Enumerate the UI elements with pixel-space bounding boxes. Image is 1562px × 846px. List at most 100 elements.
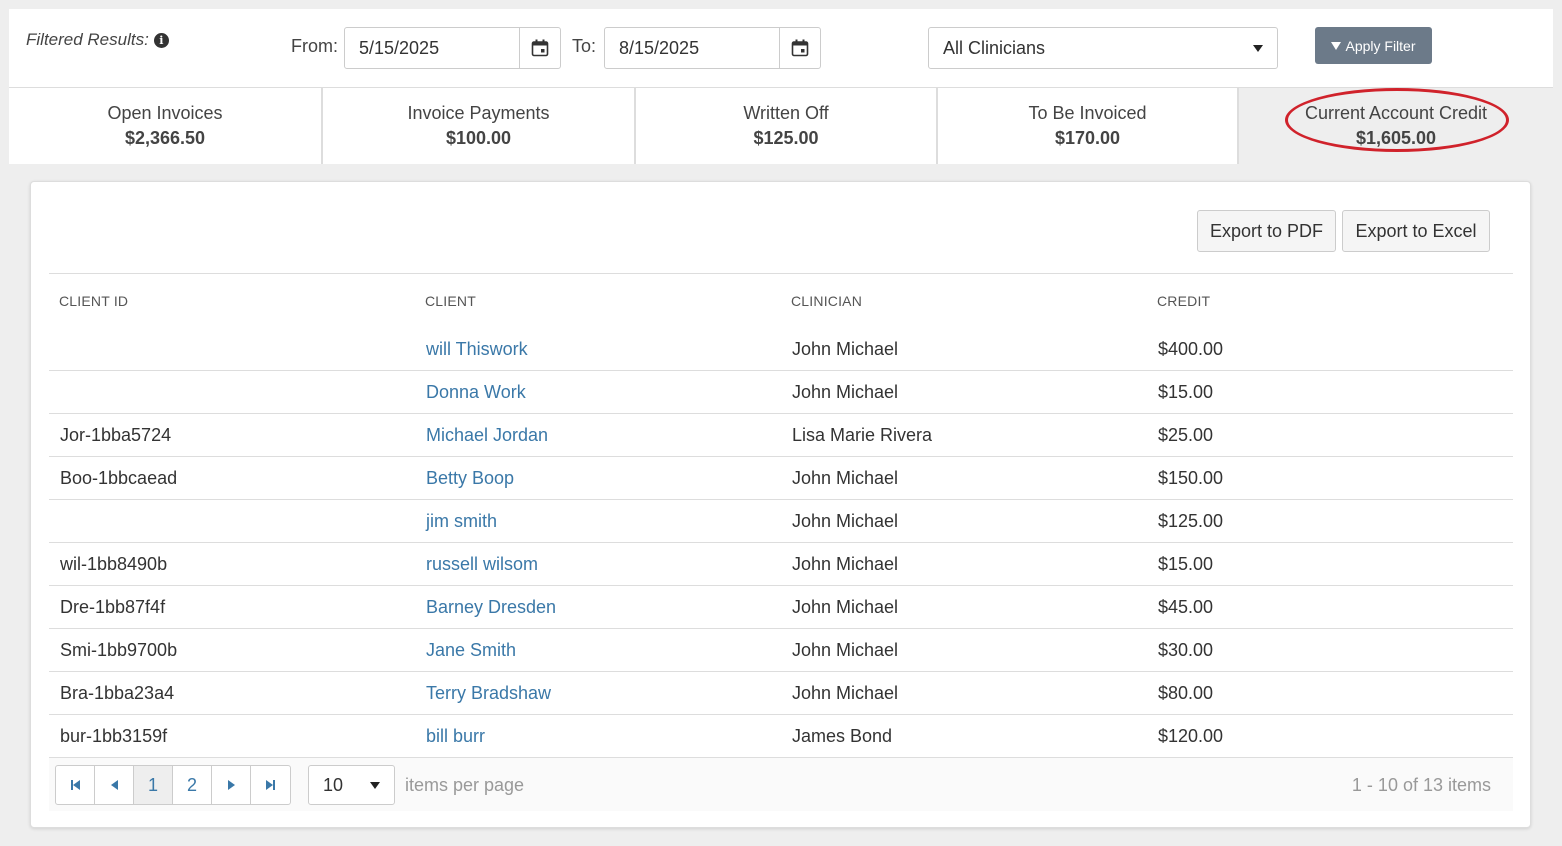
filtered-results-text: Filtered Results:	[26, 30, 149, 49]
credit-cell: $400.00	[1158, 338, 1224, 359]
page-size-value: 10	[323, 774, 344, 795]
table-row[interactable]: Donna Work John Michael $15.00	[49, 371, 1513, 414]
column-header-client-id[interactable]: CLIENT ID	[49, 293, 415, 309]
previous-page-icon	[110, 780, 118, 790]
filtered-results-label: Filtered Results: i	[26, 30, 169, 50]
credit-cell: $25.00	[1158, 424, 1214, 445]
to-calendar-button[interactable]	[779, 28, 820, 68]
summary-current-account-credit[interactable]: Current Account Credit $1,605.00	[1239, 88, 1553, 164]
table-header: CLIENT ID CLIENT CLINICIAN CREDIT	[49, 274, 1513, 328]
credit-cell: $120.00	[1158, 725, 1224, 746]
export-excel-button[interactable]: Export to Excel	[1342, 210, 1490, 252]
clinician-cell: John Michael	[792, 467, 899, 488]
column-header-clinician[interactable]: CLINICIAN	[781, 293, 1147, 309]
table-row[interactable]: Bra-1bba23a4 Terry Bradshaw John Michael $8…	[49, 672, 1513, 715]
summary-invoice-payments[interactable]: Invoice Payments $100.00	[323, 88, 636, 164]
filter-icon	[1331, 41, 1342, 50]
to-label: To:	[572, 36, 597, 56]
clinician-cell: John Michael	[792, 639, 899, 660]
info-icon[interactable]: i	[153, 32, 169, 48]
chevron-down-icon	[1253, 44, 1263, 52]
summary-title: Open Invoices	[107, 103, 223, 123]
table-row[interactable]: will Thiswork John Michael $400.00	[49, 328, 1513, 371]
column-header-credit[interactable]: CREDIT	[1147, 293, 1513, 309]
items-per-page-label: items per page	[405, 775, 525, 795]
last-page-button[interactable]	[251, 766, 290, 804]
credit-table: CLIENT ID CLIENT CLINICIAN CREDIT will T…	[49, 273, 1513, 758]
last-page-arrow-icon	[266, 780, 273, 790]
first-page-button[interactable]	[56, 766, 95, 804]
client-id-cell: Boo-1bbcaead	[60, 467, 178, 488]
first-page-arrow-icon	[72, 780, 80, 790]
client-link[interactable]: Donna Work	[415, 382, 781, 403]
clinician-cell: John Michael	[792, 338, 899, 359]
page-size-select[interactable]: 10	[308, 765, 395, 805]
table-row[interactable]: jim smith John Michael $125.00	[49, 500, 1513, 543]
page-1-button[interactable]: 1	[134, 766, 173, 804]
summary-title: Written Off	[743, 103, 829, 123]
table-row[interactable]: Smi-1bb9700b Jane Smith John Michael $30.00	[49, 629, 1513, 672]
client-link[interactable]: Michael Jordan	[415, 425, 781, 446]
client-link[interactable]: will Thiswork	[415, 339, 781, 360]
client-link[interactable]: Barney Dresden	[415, 597, 781, 618]
next-page-icon	[227, 780, 235, 790]
table-row[interactable]: Jor-1bba5724 Michael Jordan Lisa Marie Riv…	[49, 414, 1513, 457]
clinician-select-value: All Clinicians	[943, 37, 1046, 58]
client-link[interactable]: jim smith	[415, 511, 781, 532]
client-id-cell: Smi-1bb9700b	[60, 639, 178, 660]
credit-cell: $30.00	[1158, 639, 1214, 660]
credit-cell: $15.00	[1158, 553, 1214, 574]
summary-value: $1,605.00	[1355, 128, 1437, 148]
summary-title: Invoice Payments	[407, 103, 550, 123]
calendar-icon	[531, 39, 549, 57]
clinician-cell: John Michael	[792, 510, 899, 531]
summary-open-invoices[interactable]: Open Invoices $2,366.50	[9, 88, 323, 164]
client-link[interactable]: Betty Boop	[415, 468, 781, 489]
table-row[interactable]: bur-1bb3159f bill burr James Bond $120.00	[49, 715, 1513, 758]
summary-bar: Open Invoices $2,366.50 Invoice Payments…	[9, 88, 1553, 164]
client-link[interactable]: Jane Smith	[415, 640, 781, 661]
next-page-button[interactable]	[212, 766, 251, 804]
table-row[interactable]: wil-1bb8490b russell wilsom John Michael $1…	[49, 543, 1513, 586]
table-row[interactable]: Dre-1bb87f4f Barney Dresden John Michael $4…	[49, 586, 1513, 629]
to-date-picker	[604, 27, 821, 69]
items-count-label: 1 - 10 of 13 items	[1351, 775, 1491, 795]
to-date-input[interactable]	[605, 28, 779, 68]
pager-buttons: 1 2	[55, 765, 291, 805]
credit-cell: $15.00	[1158, 381, 1214, 402]
from-date-input[interactable]	[345, 28, 519, 68]
export-pdf-button[interactable]: Export to PDF	[1197, 210, 1336, 252]
credit-cell: $45.00	[1158, 596, 1214, 617]
clinician-cell: John Michael	[792, 596, 899, 617]
summary-title: To Be Invoiced	[1028, 103, 1147, 123]
last-page-icon	[273, 780, 275, 790]
summary-to-be-invoiced[interactable]: To Be Invoiced $170.00	[938, 88, 1239, 164]
summary-written-off[interactable]: Written Off $125.00	[636, 88, 938, 164]
from-calendar-button[interactable]	[519, 28, 560, 68]
apply-filter-button[interactable]: Apply Filter	[1315, 27, 1432, 64]
client-link[interactable]: russell wilsom	[415, 554, 781, 575]
filter-bar: Filtered Results: i From: To:	[9, 9, 1553, 88]
client-link[interactable]: bill burr	[415, 726, 781, 747]
table-body: will Thiswork John Michael $400.00 Donna Wo…	[49, 328, 1513, 758]
previous-page-button[interactable]	[95, 766, 134, 804]
credit-cell: $150.00	[1158, 467, 1224, 488]
client-id-cell: Jor-1bba5724	[60, 424, 172, 445]
clinician-cell: John Michael	[792, 381, 899, 402]
account-credit-panel: Export to PDF Export to Excel CLIENT ID …	[30, 181, 1531, 828]
column-header-client[interactable]: CLIENT	[415, 293, 781, 309]
summary-value: $100.00	[445, 128, 512, 148]
credit-cell: $80.00	[1158, 682, 1214, 703]
client-id-cell: bur-1bb3159f	[60, 725, 168, 746]
client-id-cell: Bra-1bba23a4	[60, 682, 175, 703]
summary-title: Current Account Credit	[1304, 103, 1488, 123]
from-label: From:	[291, 36, 338, 56]
client-link[interactable]: Terry Bradshaw	[415, 683, 781, 704]
client-id-cell: Dre-1bb87f4f	[60, 596, 166, 617]
clinician-select[interactable]: All Clinicians	[928, 27, 1278, 69]
page-2-button[interactable]: 2	[173, 766, 212, 804]
summary-value: $125.00	[753, 128, 819, 148]
clinician-cell: James Bond	[792, 725, 893, 746]
table-row[interactable]: Boo-1bbcaead Betty Boop John Michael $150.0…	[49, 457, 1513, 500]
calendar-icon	[791, 39, 809, 57]
